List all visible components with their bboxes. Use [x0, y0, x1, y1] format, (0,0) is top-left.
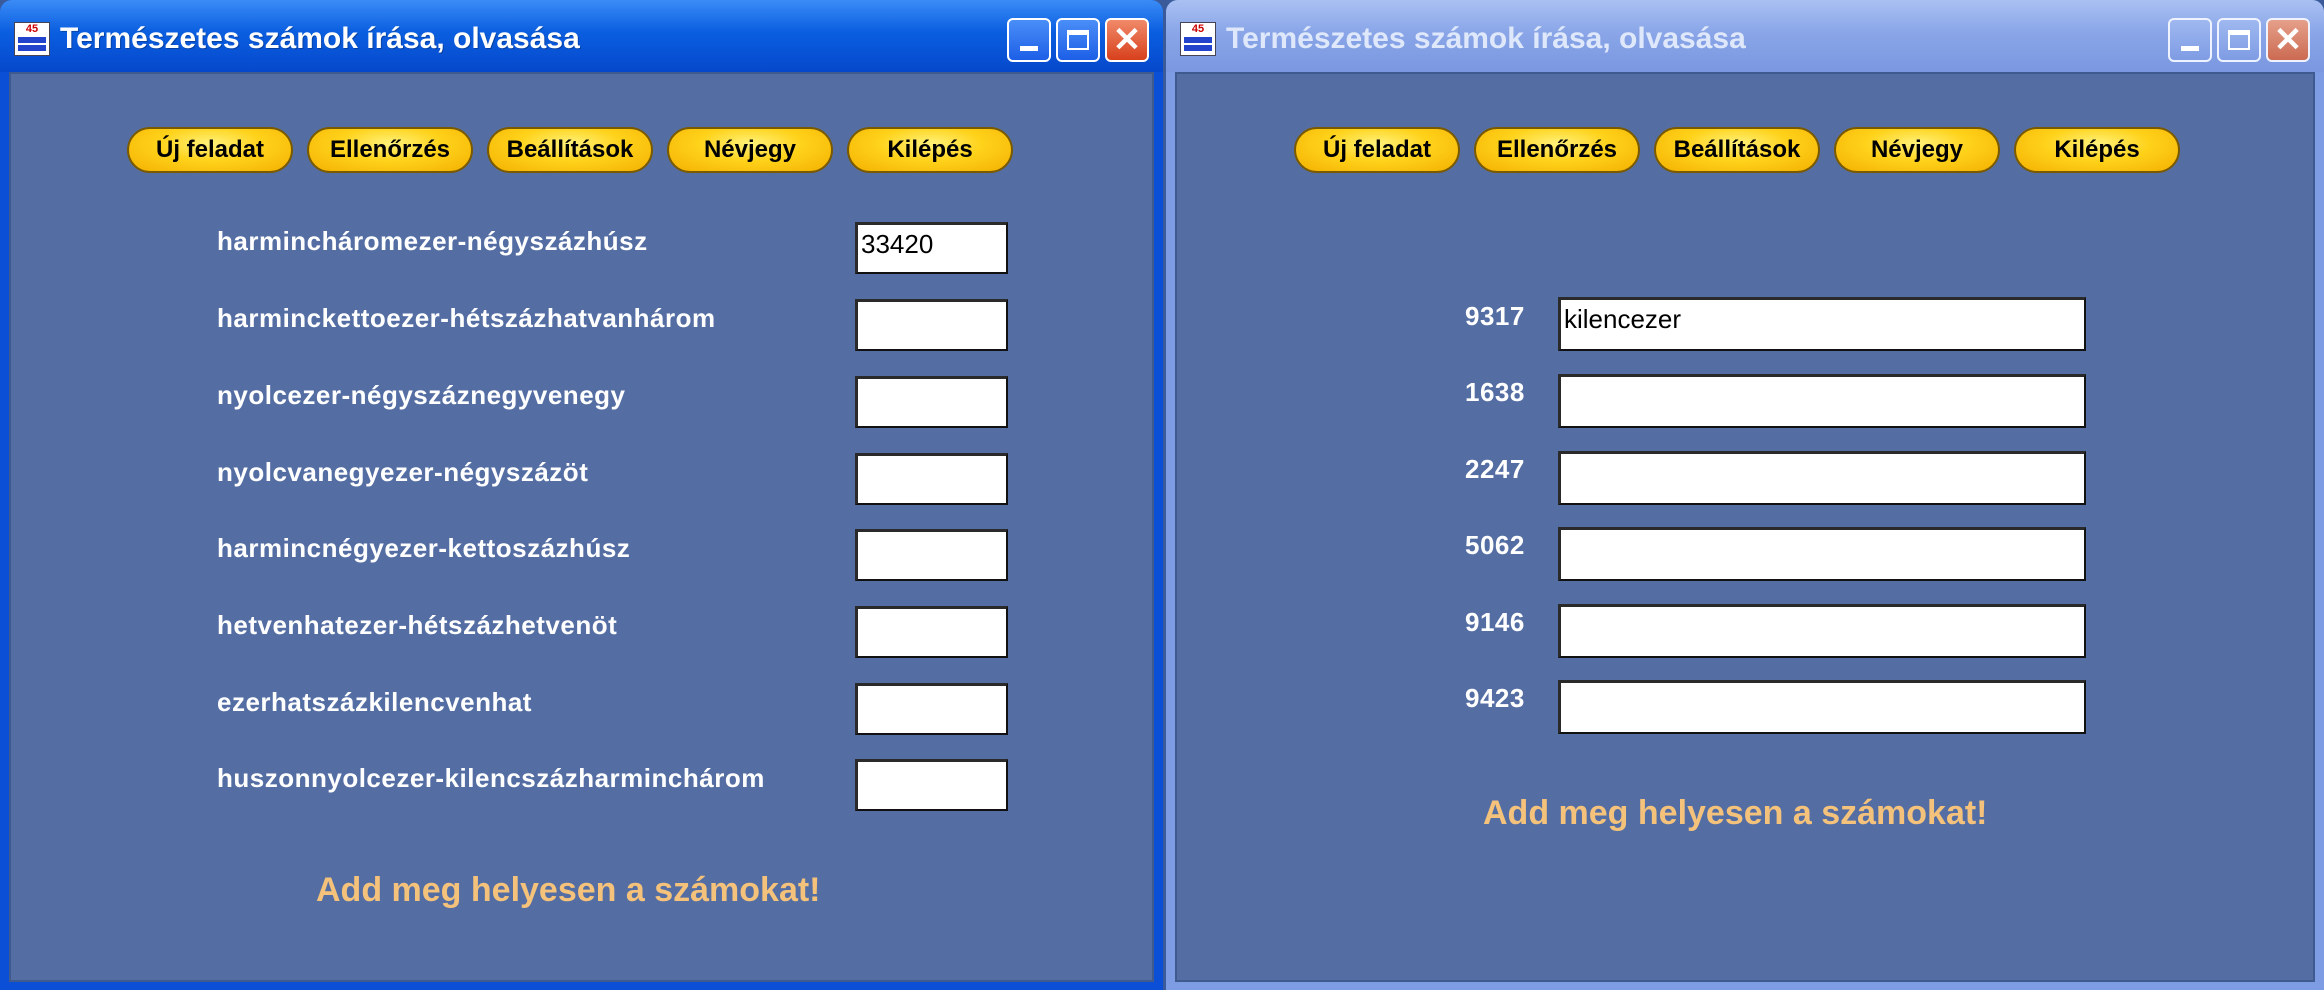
new-task-button[interactable]: Új feladat [127, 127, 293, 173]
new-task-button[interactable]: Új feladat [1294, 127, 1460, 173]
answer-field[interactable] [1558, 604, 2086, 658]
client-area: Új feladat Ellenőrzés Beállítások Névjeg… [1175, 72, 2315, 982]
minimize-button[interactable] [2168, 18, 2212, 62]
answer-field[interactable]: 33420 [855, 222, 1008, 274]
number-label: harmincnégyezer-kettoszázhúsz [217, 533, 631, 563]
check-button[interactable]: Ellenőrzés [1474, 127, 1640, 173]
number-label: 9146 [1465, 607, 1525, 637]
maximize-button[interactable] [2217, 18, 2261, 62]
app-icon[interactable]: 45 [14, 22, 50, 56]
exit-button[interactable]: Kilépés [847, 127, 1013, 173]
maximize-icon [1067, 30, 1089, 50]
check-button[interactable]: Ellenőrzés [307, 127, 473, 173]
number-label: 5062 [1465, 530, 1525, 560]
about-button[interactable]: Névjegy [1834, 127, 2000, 173]
settings-button[interactable]: Beállítások [1654, 127, 1820, 173]
minimize-button[interactable] [1007, 18, 1051, 62]
answer-field[interactable]: kilencezer [1558, 297, 2086, 351]
close-button[interactable]: ✕ [1105, 18, 1149, 62]
answer-field[interactable] [855, 683, 1008, 735]
number-label: huszonnyolcezer-kilencszázharminchárom [217, 763, 765, 793]
number-label: harminckettoezer-hétszázhatvanhárom [217, 303, 716, 333]
number-label: 2247 [1465, 454, 1525, 484]
status-message: Add meg helyesen a számokat! [316, 871, 821, 909]
answer-field[interactable] [855, 299, 1008, 351]
number-label: 9317 [1465, 301, 1525, 331]
number-label: hetvenhatezer-hétszázhetvenöt [217, 610, 618, 640]
maximize-icon [2228, 30, 2250, 50]
number-label: harminchárom​ezer-négyszázhúsz [217, 226, 648, 256]
minimize-icon [1020, 45, 1038, 51]
answer-field[interactable] [855, 759, 1008, 811]
answer-field[interactable] [855, 376, 1008, 428]
window-right: 45 Természetes számok írása, olvasása ✕ … [1166, 0, 2324, 990]
close-button[interactable]: ✕ [2266, 18, 2310, 62]
number-label: nyolcvanegyezer-négyszázöt [217, 457, 589, 487]
toolbar: Új feladat Ellenőrzés Beállítások Névjeg… [1294, 127, 2180, 173]
status-message: Add meg helyesen a számokat! [1483, 794, 1988, 832]
window-left: 45 Természetes számok írása, olvasása ✕ … [0, 0, 1163, 990]
window-title: Természetes számok írása, olvasása [60, 22, 580, 55]
client-area: Új feladat Ellenőrzés Beállítások Névjeg… [9, 72, 1154, 982]
title-bar[interactable]: 45 Természetes számok írása, olvasása ✕ [0, 0, 1163, 72]
window-title: Természetes számok írása, olvasása [1226, 22, 1746, 55]
answer-field[interactable] [855, 453, 1008, 505]
answer-field[interactable] [1558, 527, 2086, 581]
answer-field[interactable] [855, 529, 1008, 581]
minimize-icon [2181, 45, 2199, 51]
number-label: 9423 [1465, 683, 1525, 713]
answer-field[interactable] [855, 606, 1008, 658]
title-bar[interactable]: 45 Természetes számok írása, olvasása ✕ [1166, 0, 2324, 72]
exit-button[interactable]: Kilépés [2014, 127, 2180, 173]
toolbar: Új feladat Ellenőrzés Beállítások Névjeg… [127, 127, 1013, 173]
answer-field[interactable] [1558, 680, 2086, 734]
maximize-button[interactable] [1056, 18, 1100, 62]
answer-field[interactable] [1558, 374, 2086, 428]
number-label: ezerhatszázkilencvenhat [217, 687, 532, 717]
close-icon: ✕ [2273, 21, 2303, 59]
close-icon: ✕ [1112, 21, 1142, 59]
answer-field[interactable] [1558, 451, 2086, 505]
number-label: 1638 [1465, 377, 1525, 407]
settings-button[interactable]: Beállítások [487, 127, 653, 173]
number-label: nyolcezer-négyszáznegyvenegy [217, 380, 626, 410]
app-icon[interactable]: 45 [1180, 22, 1216, 56]
about-button[interactable]: Névjegy [667, 127, 833, 173]
